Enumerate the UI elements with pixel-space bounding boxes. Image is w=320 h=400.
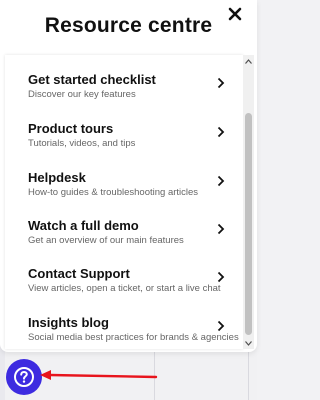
chevron-right-icon: [217, 320, 225, 332]
list-scrollbar[interactable]: [243, 55, 254, 349]
list-item-contact-support[interactable]: Contact Support View articles, open a ti…: [5, 266, 243, 314]
list-item-product-tours[interactable]: Product tours Tutorials, videos, and tip…: [5, 121, 243, 169]
chevron-right-icon: [217, 175, 225, 187]
help-launcher-button[interactable]: [6, 359, 42, 395]
item-title: Watch a full demo: [28, 218, 139, 233]
item-title: Helpdesk: [28, 170, 86, 185]
list-item-insights-blog[interactable]: Insights blog Social media best practice…: [5, 315, 243, 349]
chevron-right-icon: [217, 223, 225, 235]
item-title: Contact Support: [28, 266, 130, 281]
item-title: Get started checklist: [28, 72, 156, 87]
question-mark-icon: [14, 367, 34, 387]
item-subtitle: Social media best practices for brands &…: [28, 332, 239, 343]
resource-centre-panel: Resource centre Get started checklist Di…: [0, 0, 257, 352]
item-title: Product tours: [28, 121, 114, 136]
resource-list[interactable]: Get started checklist Discover our key f…: [5, 55, 243, 349]
chevron-down-icon: [245, 340, 252, 346]
list-item-helpdesk[interactable]: Helpdesk How-to guides & troubleshooting…: [5, 170, 243, 218]
chevron-right-icon: [217, 77, 225, 89]
close-button[interactable]: [223, 2, 247, 26]
item-subtitle: Get an overview of our main features: [28, 235, 184, 246]
panel-title: Resource centre: [44, 14, 213, 37]
item-subtitle: View articles, open a ticket, or start a…: [28, 283, 221, 294]
chevron-right-icon: [217, 126, 225, 138]
chevron-up-icon: [245, 58, 252, 64]
item-subtitle: How-to guides & troubleshooting articles: [28, 187, 199, 198]
list-item-watch-demo[interactable]: Watch a full demo Get an overview of our…: [5, 218, 243, 266]
close-icon: [228, 7, 242, 21]
scroll-thumb[interactable]: [245, 113, 252, 335]
list-item-get-started-checklist[interactable]: Get started checklist Discover our key f…: [5, 72, 243, 120]
item-title: Insights blog: [28, 315, 109, 330]
item-subtitle: Tutorials, videos, and tips: [28, 138, 136, 149]
scroll-up-button[interactable]: [243, 55, 254, 67]
arrow-left-icon: [40, 370, 158, 380]
item-subtitle: Discover our key features: [28, 89, 136, 100]
scroll-down-button[interactable]: [243, 337, 254, 349]
chevron-right-icon: [217, 271, 225, 283]
